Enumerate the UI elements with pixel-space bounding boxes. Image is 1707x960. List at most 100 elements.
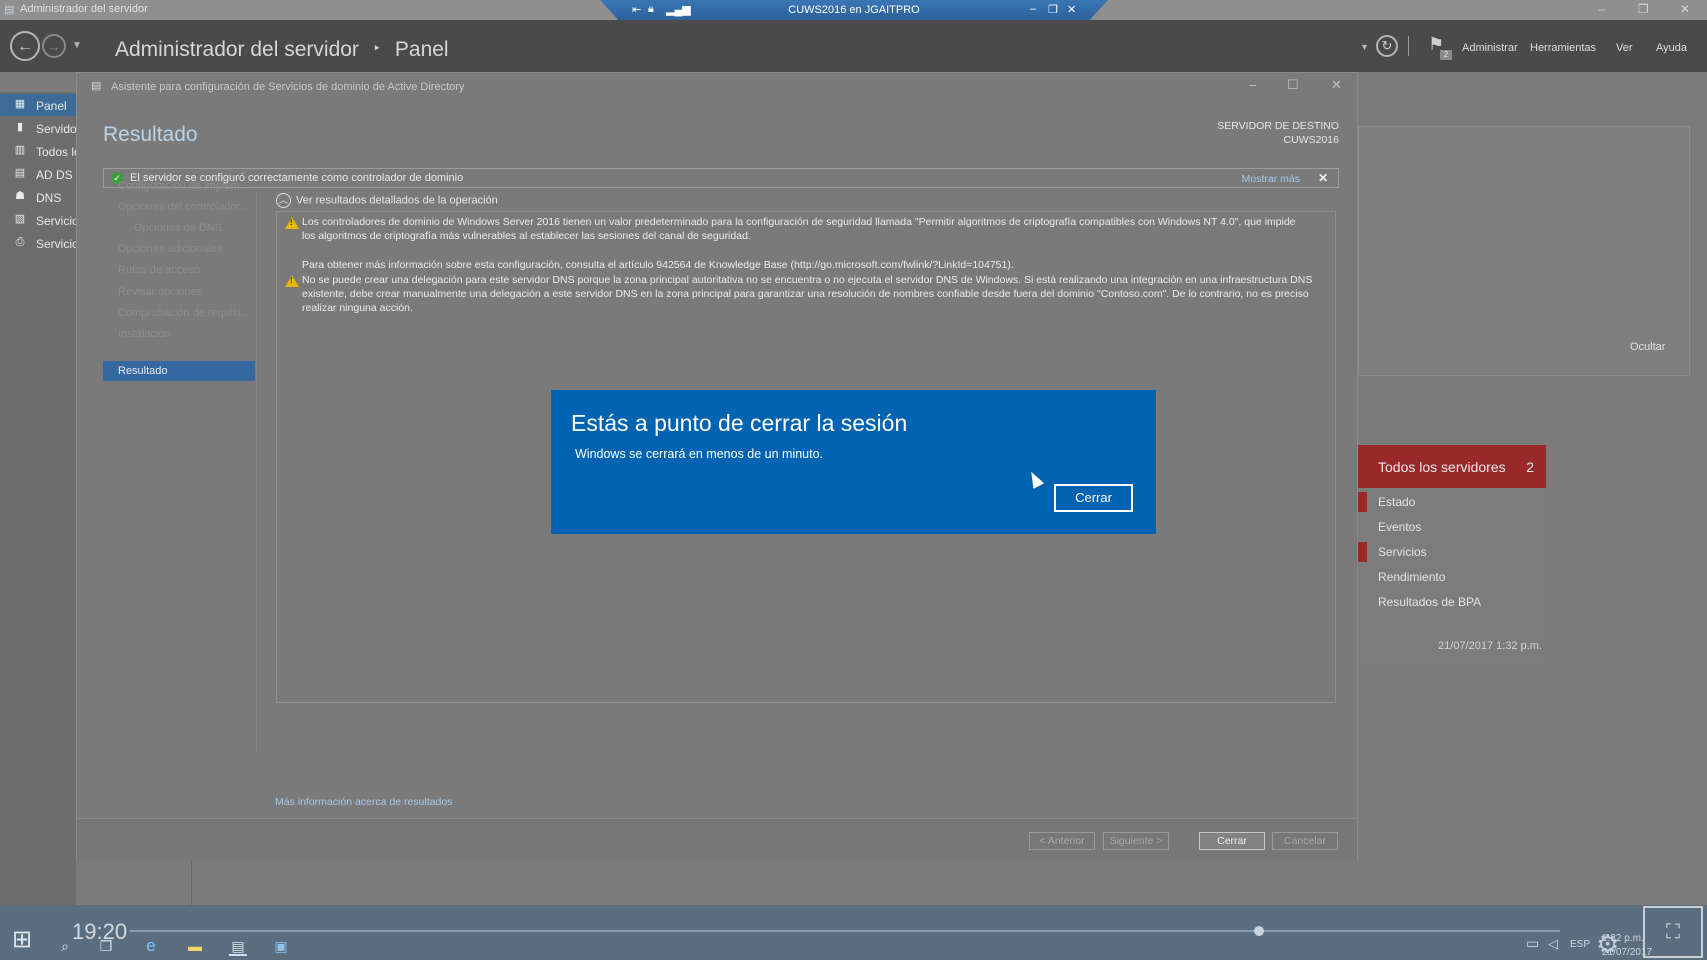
wizard-close-icon[interactable]: ✕ bbox=[1331, 77, 1342, 93]
history-dropdown-icon[interactable]: ▼ bbox=[72, 40, 82, 51]
fullscreen-toggle-icon[interactable]: ⛶ bbox=[1643, 906, 1703, 958]
remote-close-icon[interactable]: ✕ bbox=[1067, 3, 1076, 16]
remote-restore-icon[interactable]: ❐ bbox=[1048, 3, 1058, 16]
file-explorer-icon[interactable]: ▬ bbox=[186, 938, 204, 954]
warning-2-line-3: realizar ninguna acción. bbox=[302, 302, 413, 314]
server-manager-app-icon: ▤ bbox=[4, 4, 15, 16]
task-view-icon[interactable]: ❐ bbox=[97, 938, 115, 954]
details-toggle[interactable]: ︿ Ver resultados detallados de la operaci… bbox=[276, 193, 498, 208]
background-divider bbox=[191, 860, 192, 905]
warning-message-1: Los controladores de dominio de Windows … bbox=[302, 215, 1322, 243]
remote-connection-bar: ⇤ 🔒︎ ▂▄▆ CUWS2016 en JGAITPRO – ❐ ✕ bbox=[600, 0, 1108, 22]
breadcrumb: Administrador del servidor ‣ Panel bbox=[115, 38, 449, 62]
restore-icon[interactable]: ❐ bbox=[1638, 2, 1649, 16]
left-navigation: ▦ Panel ▮ Servidor local ▥ Todos los ser… bbox=[0, 92, 76, 905]
wizard-maximize-icon[interactable]: ☐ bbox=[1287, 77, 1299, 93]
nav-item-label: AD DS bbox=[36, 168, 73, 182]
card-row-bpa[interactable]: Resultados de BPA bbox=[1378, 595, 1481, 609]
nav-item-local-server[interactable]: ▮ Servidor local bbox=[0, 117, 76, 139]
next-button[interactable]: Siguiente > bbox=[1103, 832, 1169, 850]
menu-ayuda[interactable]: Ayuda bbox=[1656, 42, 1687, 54]
volume-icon[interactable]: ◁ bbox=[1548, 936, 1558, 952]
collapse-chevron-icon[interactable]: ︿ bbox=[276, 193, 291, 208]
warning-1-line-1: Los controladores de dominio de Windows … bbox=[302, 216, 1296, 228]
more-info-link[interactable]: Más información acerca de resultados bbox=[275, 796, 452, 808]
powershell-icon[interactable]: ▣ bbox=[272, 938, 290, 954]
warning-icon: ! bbox=[285, 275, 299, 287]
signout-dialog: Estás a punto de cerrar la sesión Window… bbox=[551, 390, 1156, 534]
card-timestamp: 21/07/2017 1:32 p.m. bbox=[1438, 640, 1542, 652]
all-servers-card-header[interactable]: Todos los servidores 2 bbox=[1358, 445, 1546, 488]
close-button[interactable]: Cerrar bbox=[1199, 832, 1265, 850]
cancel-button[interactable]: Cancelar bbox=[1272, 832, 1338, 850]
breadcrumb-app[interactable]: Administrador del servidor bbox=[115, 38, 359, 61]
step-prerequisites-check[interactable]: Comprobación de requisi... bbox=[118, 307, 249, 319]
wizard-minimize-icon[interactable]: – bbox=[1249, 77, 1256, 92]
wizard-title: Asistente para configuración de Servicio… bbox=[111, 81, 465, 93]
server-manager-header: ← → ▼ Administrador del servidor ‣ Panel… bbox=[0, 20, 1707, 72]
destination-server: SERVIDOR DE DESTINO CUWS2016 bbox=[1217, 119, 1339, 147]
print-services-icon: ⎙ bbox=[15, 236, 25, 248]
network-icon[interactable]: ▭ bbox=[1526, 935, 1539, 952]
menu-herramientas[interactable]: Herramientas bbox=[1530, 42, 1596, 54]
steps-divider bbox=[256, 191, 257, 751]
dismiss-notification-icon[interactable]: ✕ bbox=[1318, 171, 1328, 185]
servers-icon: ▥ bbox=[14, 144, 26, 156]
window-title: Administrador del servidor bbox=[20, 3, 148, 15]
notification-count-badge: 2 bbox=[1440, 50, 1452, 60]
dropdown-icon[interactable]: ▼ bbox=[1360, 42, 1369, 52]
step-additional-options[interactable]: Opciones adicionales bbox=[118, 243, 223, 255]
start-windows-icon[interactable]: ⊞ bbox=[12, 925, 32, 954]
alert-marker bbox=[1358, 492, 1367, 512]
step-review-options[interactable]: Revisar opciones bbox=[118, 286, 202, 298]
progress-thumb[interactable] bbox=[1254, 926, 1264, 936]
search-icon[interactable]: ⌕ bbox=[56, 938, 74, 954]
nav-item-print-services[interactable]: ⎙ Servicios de impresión bbox=[0, 232, 76, 254]
nav-item-ad-ds[interactable]: ▤ AD DS bbox=[0, 163, 76, 185]
back-arrow-icon[interactable]: ← bbox=[10, 31, 40, 61]
forward-arrow-icon[interactable]: → bbox=[42, 34, 66, 58]
menu-administrar[interactable]: Administrar bbox=[1462, 42, 1518, 54]
nav-item-all-servers[interactable]: ▥ Todos los servidores bbox=[0, 140, 76, 162]
show-more-link[interactable]: Mostrar más bbox=[1242, 173, 1300, 185]
card-row-rendimiento[interactable]: Rendimiento bbox=[1378, 570, 1445, 584]
step-installation[interactable]: Instalación bbox=[118, 328, 171, 340]
nav-item-panel[interactable]: ▦ Panel bbox=[0, 94, 76, 116]
wizard-titlebar: ▤ Asistente para configuración de Servic… bbox=[77, 73, 1357, 99]
header-divider bbox=[1408, 36, 1409, 56]
step-result[interactable]: Resultado bbox=[103, 361, 255, 381]
nav-item-label: DNS bbox=[36, 191, 62, 205]
step-dns-options[interactable]: Opciones de DNS bbox=[134, 222, 222, 234]
welcome-tile-panel bbox=[1358, 126, 1690, 376]
minimize-icon[interactable]: – bbox=[1598, 2, 1605, 16]
card-row-servicios[interactable]: Servicios bbox=[1378, 545, 1427, 559]
step-deployment-config[interactable]: Configuración de implem... bbox=[118, 180, 249, 192]
refresh-icon[interactable]: ↻ bbox=[1376, 35, 1398, 57]
breadcrumb-separator: ‣ bbox=[372, 40, 382, 56]
step-dc-options[interactable]: Opciones del controlador... bbox=[118, 201, 249, 213]
previous-button[interactable]: < Anterior bbox=[1029, 832, 1095, 850]
signout-dialog-title: Estás a punto de cerrar la sesión bbox=[571, 410, 908, 436]
hide-link[interactable]: Ocultar bbox=[1630, 341, 1665, 353]
nav-item-file-services[interactable]: ▧ Servicios de archivos bbox=[0, 209, 76, 231]
menu-ver[interactable]: Ver bbox=[1616, 42, 1633, 54]
ad-ds-icon: ▤ bbox=[14, 167, 26, 179]
step-paths[interactable]: Rutas de acceso bbox=[118, 264, 200, 276]
warning-2-line-2: existente, debe crear manualmente una de… bbox=[302, 288, 1309, 300]
close-icon[interactable]: ✕ bbox=[1680, 2, 1690, 16]
card-row-estado[interactable]: Estado bbox=[1378, 495, 1415, 509]
success-notification-bar: ✓ El servidor se configuró correctamente… bbox=[103, 168, 1339, 188]
internet-explorer-icon[interactable]: e bbox=[142, 937, 160, 954]
nav-item-label: Servidor local bbox=[36, 122, 76, 136]
remote-minimize-icon[interactable]: – bbox=[1030, 3, 1036, 15]
details-toggle-label: Ver resultados detallados de la operació… bbox=[296, 194, 498, 207]
server-manager-taskbar-icon[interactable]: ▤ bbox=[229, 938, 247, 956]
nav-item-label: Panel bbox=[36, 99, 67, 113]
signout-dialog-message: Windows se cerrará en menos de un minuto… bbox=[575, 447, 824, 461]
nav-item-label: Todos los servidores bbox=[36, 145, 76, 159]
all-servers-card[interactable]: Todos los servidores 2 Estado Eventos Se… bbox=[1358, 445, 1546, 665]
nav-item-dns[interactable]: ☗ DNS bbox=[0, 186, 76, 208]
language-indicator[interactable]: ESP bbox=[1570, 939, 1590, 950]
card-row-eventos[interactable]: Eventos bbox=[1378, 520, 1421, 534]
signout-close-button[interactable]: Cerrar bbox=[1054, 484, 1133, 512]
